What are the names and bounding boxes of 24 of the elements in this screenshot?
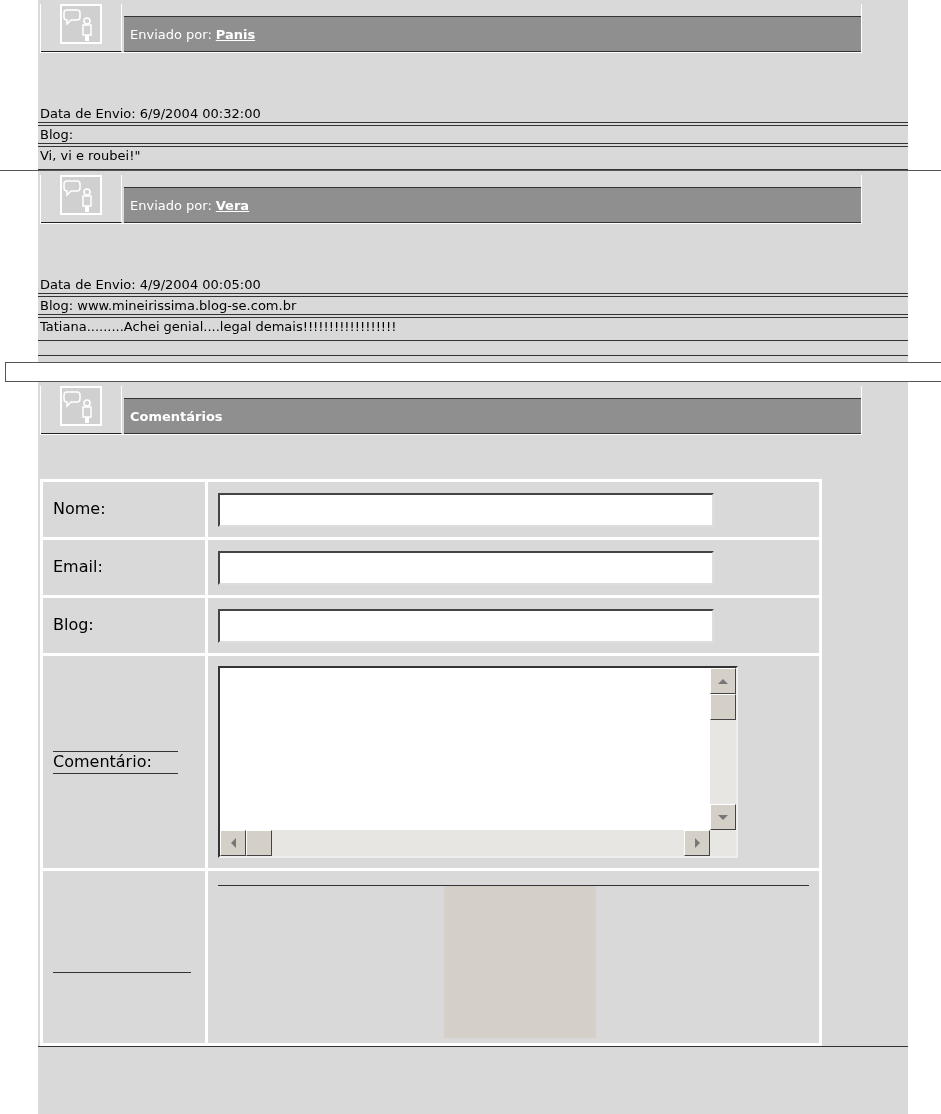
post-date: Data de Envio: 4/9/2004 00:05:00 (38, 276, 908, 294)
post-blog: Blog: www.mineirissima.blog-se.com.br (38, 296, 908, 315)
field-label: Comentário: (53, 750, 178, 774)
chat-person-icon (60, 175, 102, 215)
chat-person-icon (60, 4, 102, 44)
author-label: Enviado por: (130, 197, 212, 213)
horizontal-scrollbar[interactable] (220, 830, 710, 856)
field-label: Nome: (53, 499, 106, 520)
post-blog: Blog: (38, 125, 908, 144)
post-message: Tatiana.........Achei genial....legal demais!!!!!!!!!!!!!!!!!! (38, 317, 908, 341)
author-label: Enviado por: (130, 26, 212, 42)
post-date: Data de Envio: 6/9/2004 00:32:00 (38, 105, 908, 123)
input-field[interactable] (218, 492, 714, 527)
field-label: Blog: (53, 615, 94, 636)
comment-field[interactable] (218, 666, 738, 858)
author-link[interactable]: Panis (215, 26, 256, 42)
chat-person-icon (60, 386, 102, 426)
author-link[interactable]: Vera (215, 197, 250, 213)
input-field[interactable] (218, 608, 714, 643)
post-message: Vi, vi e roubei!" (38, 146, 908, 170)
vertical-scrollbar[interactable] (710, 668, 736, 856)
input-field[interactable] (218, 550, 714, 585)
field-label: Email: (53, 557, 103, 578)
section-title: Comentários (130, 408, 223, 424)
